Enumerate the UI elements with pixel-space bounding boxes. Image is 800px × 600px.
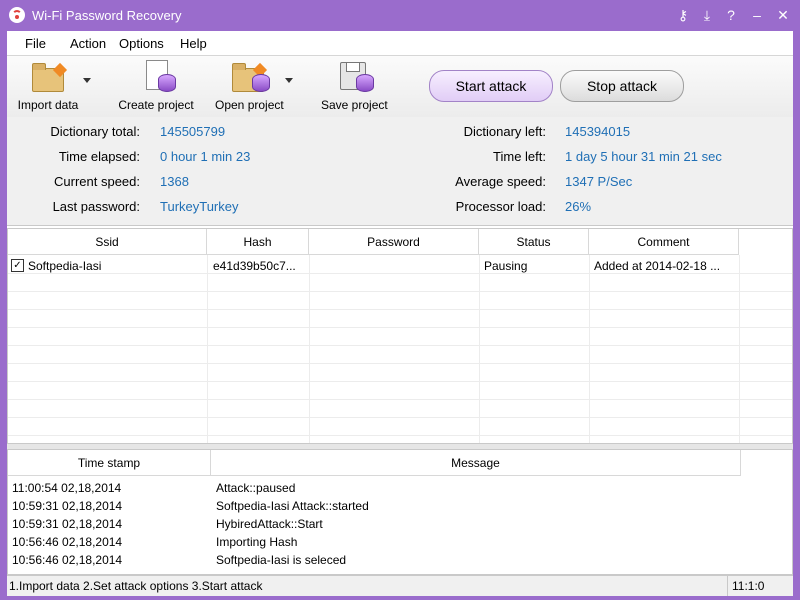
current-speed-value: 1368 bbox=[160, 174, 189, 189]
grid-row-line bbox=[8, 417, 792, 418]
col-timestamp-header[interactable]: Time stamp bbox=[8, 450, 211, 476]
processor-load-value: 26% bbox=[565, 199, 592, 214]
col-message-header[interactable]: Message bbox=[211, 450, 741, 476]
grid-row-line bbox=[8, 345, 792, 346]
row-checkbox[interactable]: ✓ bbox=[11, 259, 24, 272]
window-title: Wi-Fi Password Recovery bbox=[32, 8, 182, 23]
status-steps: 1.Import data 2.Set attack options 3.Sta… bbox=[9, 579, 263, 593]
menu-options[interactable]: Options bbox=[119, 36, 164, 51]
log-message: Attack::paused bbox=[216, 481, 296, 495]
menu-help[interactable]: Help bbox=[180, 36, 207, 51]
processor-load-label: Processor load: bbox=[455, 199, 546, 214]
status-bar: 1.Import data 2.Set attack options 3.Sta… bbox=[7, 575, 793, 596]
grid-row-line bbox=[8, 273, 792, 274]
last-password-label: Last password: bbox=[52, 199, 140, 214]
save-project-icon bbox=[336, 60, 374, 92]
row-ssid[interactable]: Softpedia-Iasi bbox=[28, 259, 101, 273]
dictionary-total-value: 145505799 bbox=[160, 124, 226, 139]
stop-attack-button[interactable]: Stop attack bbox=[560, 70, 684, 102]
open-project-icon bbox=[230, 60, 270, 92]
title-bar: Wi-Fi Password Recovery ⚷ ⤓ ? – ✕ bbox=[0, 0, 800, 31]
create-project-icon bbox=[138, 60, 176, 92]
row-hash[interactable]: e41d39b50c7... bbox=[213, 259, 296, 273]
minimize-button[interactable]: – bbox=[746, 4, 768, 26]
log-message: Softpedia-Iasi Attack::started bbox=[216, 499, 369, 513]
open-project-label: Open project bbox=[215, 98, 284, 112]
toolbar: Import data Create project Open project … bbox=[7, 55, 793, 118]
row-comment[interactable]: Added at 2014-02-18 ... bbox=[594, 259, 720, 273]
dictionary-left-value: 145394015 bbox=[565, 124, 631, 139]
open-project-button[interactable]: Open project bbox=[215, 60, 284, 112]
grid-column-line bbox=[479, 255, 480, 443]
grid-row-line bbox=[8, 381, 792, 382]
stats-panel: Dictionary total: 145505799 Time elapsed… bbox=[7, 117, 793, 226]
grid-row-line bbox=[8, 435, 792, 436]
log-time: 10:59:31 02,18,2014 bbox=[12, 517, 123, 531]
col-comment-header[interactable]: Comment bbox=[589, 229, 739, 255]
grid-row-line bbox=[8, 291, 792, 292]
last-password-value: TurkeyTurkey bbox=[160, 199, 239, 214]
save-project-label: Save project bbox=[321, 98, 388, 112]
row-status[interactable]: Pausing bbox=[484, 259, 527, 273]
dictionary-left-label: Dictionary left: bbox=[463, 124, 546, 139]
help-icon[interactable]: ? bbox=[720, 4, 742, 26]
window-frame-left bbox=[0, 31, 7, 600]
log-time: 10:56:46 02,18,2014 bbox=[12, 553, 123, 567]
window-frame-right bbox=[793, 31, 800, 600]
close-button[interactable]: ✕ bbox=[772, 4, 794, 26]
time-elapsed-label: Time elapsed: bbox=[58, 149, 140, 164]
menu-action[interactable]: Action bbox=[70, 36, 106, 51]
dictionary-total-label: Dictionary total: bbox=[50, 124, 140, 139]
create-project-button[interactable]: Create project bbox=[117, 60, 195, 112]
menu-file[interactable]: File bbox=[25, 36, 46, 51]
grid-row-line bbox=[8, 309, 792, 310]
col-hash-header[interactable]: Hash bbox=[207, 229, 309, 255]
status-position: 11:1:0 bbox=[727, 576, 793, 596]
average-speed-value: 1347 P/Sec bbox=[565, 174, 633, 189]
open-dropdown-icon[interactable] bbox=[285, 78, 293, 83]
grid-row-line bbox=[8, 327, 792, 328]
import-data-button[interactable]: Import data bbox=[17, 60, 79, 112]
log-time: 10:56:46 02,18,2014 bbox=[12, 535, 123, 549]
save-project-button[interactable]: Save project bbox=[321, 60, 388, 112]
grid-column-line bbox=[309, 255, 310, 443]
log-message: Softpedia-Iasi is seleced bbox=[216, 553, 347, 567]
grid-row-line bbox=[8, 363, 792, 364]
log-message: Importing Hash bbox=[216, 535, 298, 549]
time-elapsed-value: 0 hour 1 min 23 bbox=[160, 149, 251, 164]
grid-column-line bbox=[207, 255, 208, 443]
grid-column-line bbox=[739, 255, 740, 443]
create-project-label: Create project bbox=[118, 98, 194, 112]
col-status-header[interactable]: Status bbox=[479, 229, 589, 255]
import-data-label: Import data bbox=[17, 98, 79, 112]
time-left-value: 1 day 5 hour 31 min 21 sec bbox=[565, 149, 722, 164]
time-left-label: Time left: bbox=[493, 149, 546, 164]
col-ssid-header[interactable]: Ssid bbox=[8, 229, 207, 255]
wifi-app-icon bbox=[9, 7, 25, 23]
network-table: Ssid Hash Password Status Comment ✓ Soft… bbox=[7, 228, 793, 444]
import-dropdown-icon[interactable] bbox=[83, 78, 91, 83]
start-attack-button[interactable]: Start attack bbox=[429, 70, 553, 102]
menu-bar: File Action Options Help bbox=[7, 31, 793, 55]
grid-column-line bbox=[589, 255, 590, 443]
average-speed-label: Average speed: bbox=[455, 174, 546, 189]
key-icon[interactable]: ⚷ bbox=[672, 4, 694, 26]
log-time: 10:59:31 02,18,2014 bbox=[12, 499, 123, 513]
log-table: Time stamp Message 11:00:54 02,18,2014 A… bbox=[7, 449, 793, 575]
import-folder-icon bbox=[30, 60, 68, 92]
col-password-header[interactable]: Password bbox=[309, 229, 479, 255]
grid-row-line bbox=[8, 399, 792, 400]
log-message: HybiredAttack::Start bbox=[216, 517, 323, 531]
download-icon[interactable]: ⤓ bbox=[696, 4, 718, 26]
current-speed-label: Current speed: bbox=[54, 174, 140, 189]
log-time: 11:00:54 02,18,2014 bbox=[12, 481, 122, 495]
